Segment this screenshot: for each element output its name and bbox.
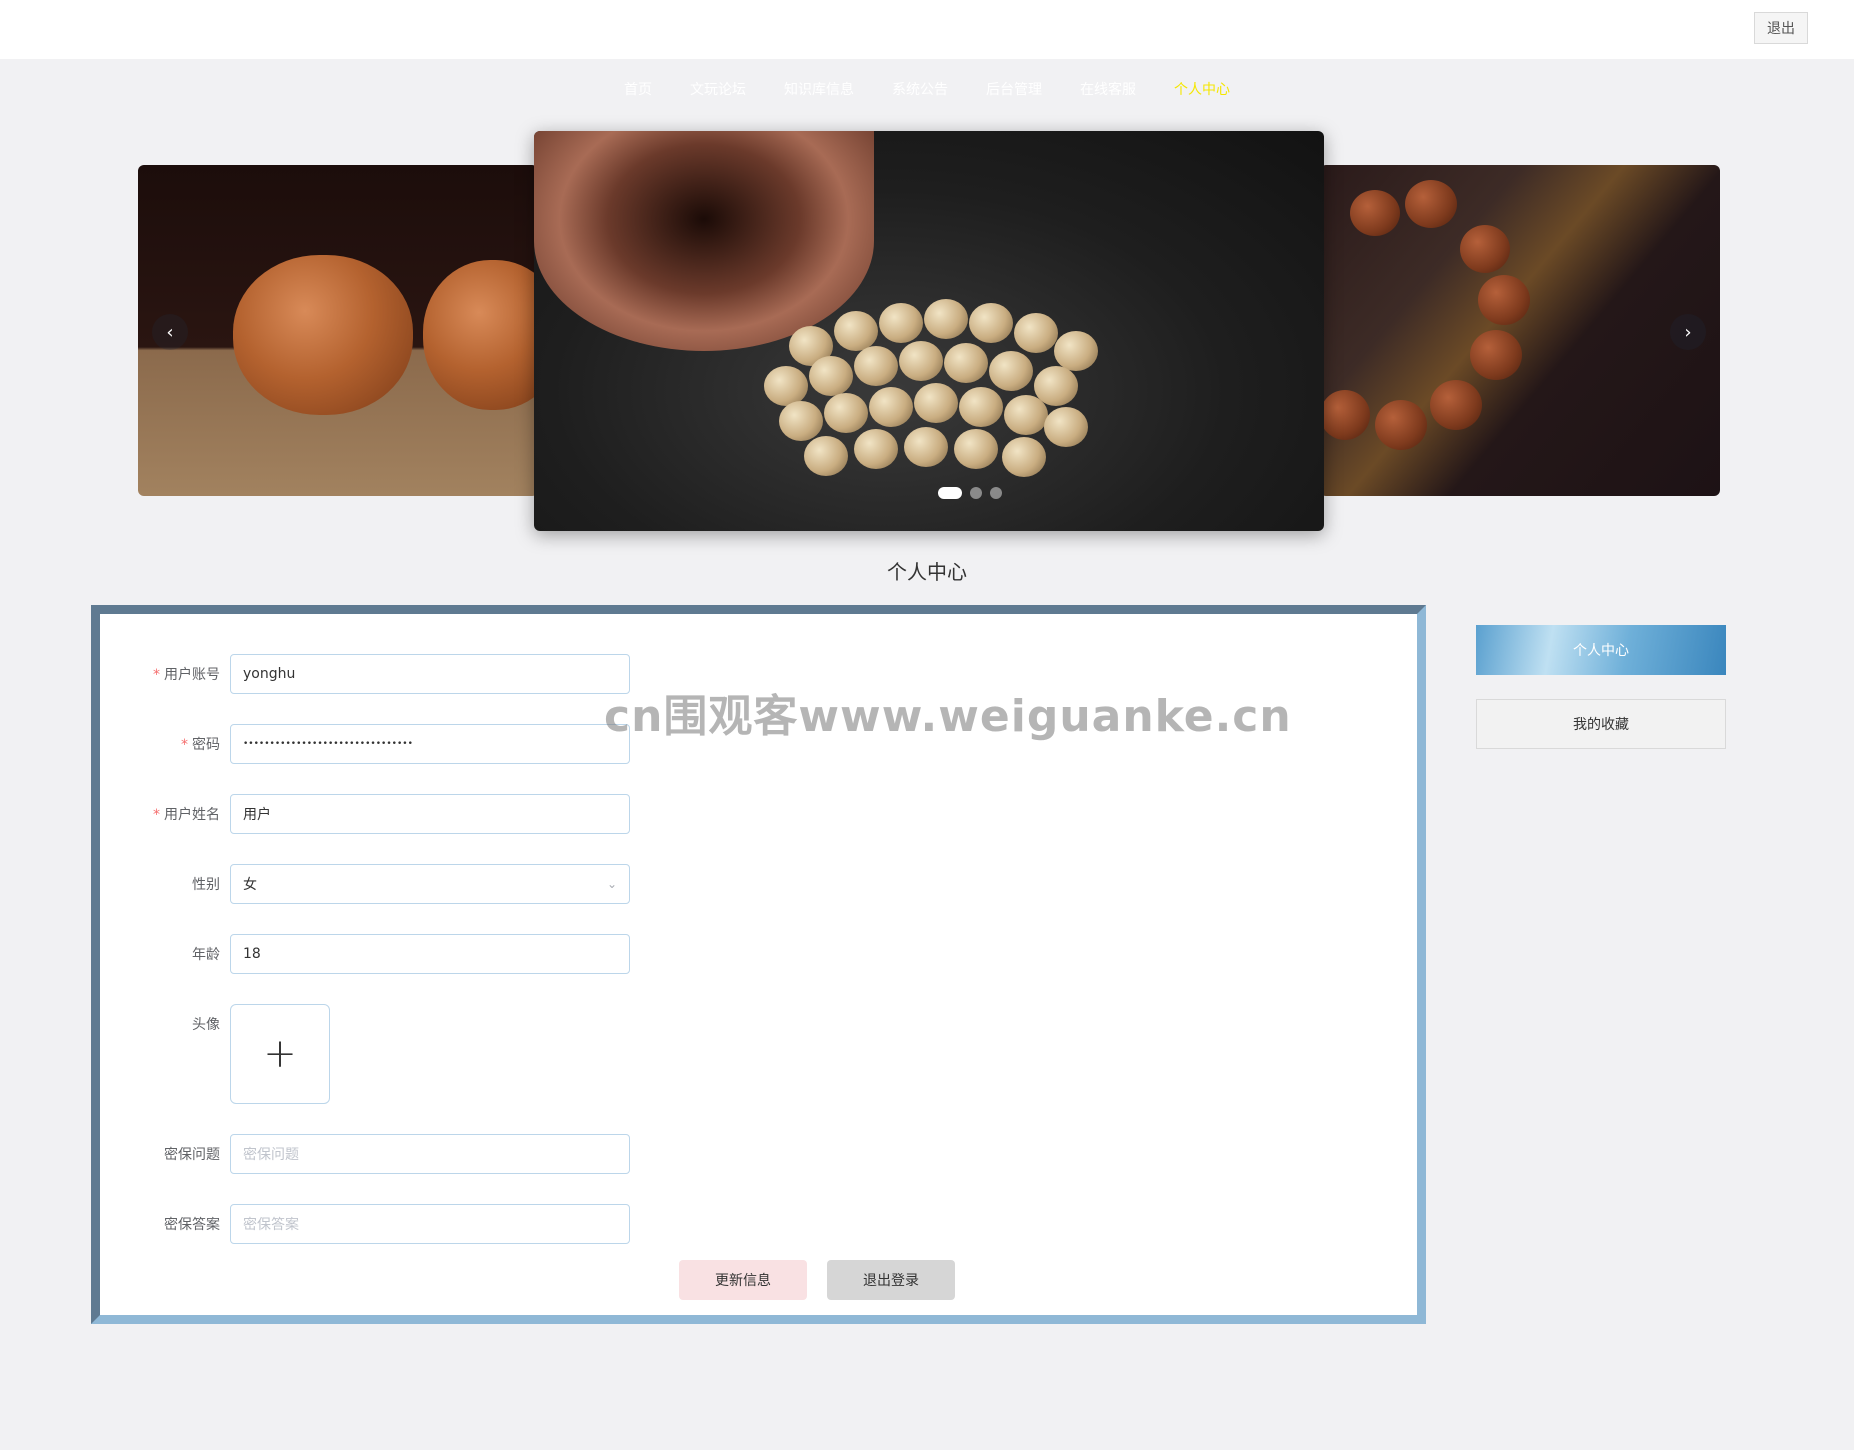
password-input[interactable]: •••••••••••••••••••••••••••••••• [230, 724, 630, 764]
form-row-avatar: 头像 + [100, 1004, 330, 1104]
bronze-urn-image [534, 131, 874, 351]
chevron-down-icon: ⌄ [606, 877, 617, 891]
chevron-left-icon: ‹ [166, 321, 174, 343]
bead-image [1375, 400, 1427, 450]
carousel-dot-1[interactable] [938, 487, 962, 499]
form-row-security-answer: 密保答案 密保答案 [100, 1204, 630, 1244]
carousel-slide-prayer-beads[interactable] [534, 131, 1324, 531]
username-label: * 用户账号 [153, 667, 220, 683]
security-question-input[interactable]: 密保问题 [230, 1134, 630, 1174]
nav-item-support[interactable]: 在线客服 [1080, 76, 1136, 104]
security-answer-label: 密保答案 [164, 1217, 220, 1233]
top-bar: 退出 [0, 0, 1854, 59]
form-row-age: 年龄 18 [100, 934, 630, 974]
form-row-security-question: 密保问题 密保问题 [100, 1134, 630, 1174]
carousel-dot-2[interactable] [970, 487, 982, 499]
carousel-slide-walnut[interactable] [138, 165, 538, 496]
carousel-slide-bracelet[interactable] [1320, 165, 1720, 496]
realname-input[interactable]: 用户 [230, 794, 630, 834]
image-carousel: ‹ › [138, 130, 1720, 533]
bead-image [1430, 380, 1482, 430]
update-info-button[interactable]: 更新信息 [679, 1260, 807, 1300]
form-row-realname: * 用户姓名 用户 [100, 794, 630, 834]
gender-select[interactable]: 女 ⌄ [230, 864, 630, 904]
carousel-next-button[interactable]: › [1670, 314, 1706, 350]
carousel-prev-button[interactable]: ‹ [152, 314, 188, 350]
form-row-password: * 密码 •••••••••••••••••••••••••••••••• [100, 724, 630, 764]
age-input[interactable]: 18 [230, 934, 630, 974]
carousel-indicators [938, 487, 1002, 499]
bead-image [1460, 225, 1510, 273]
bead-image [1470, 330, 1522, 380]
carousel-dot-3[interactable] [990, 487, 1002, 499]
avatar-upload[interactable]: + [230, 1004, 330, 1104]
age-label: 年龄 [192, 947, 220, 963]
bead-image [1350, 190, 1400, 236]
nav-item-home[interactable]: 首页 [624, 76, 652, 104]
nav-item-admin[interactable]: 后台管理 [986, 76, 1042, 104]
gender-label: 性别 [192, 877, 220, 893]
form-row-username: * 用户账号 yonghu [100, 654, 630, 694]
nav-item-announcements[interactable]: 系统公告 [892, 76, 948, 104]
realname-label: * 用户姓名 [153, 807, 220, 823]
security-answer-input[interactable]: 密保答案 [230, 1204, 630, 1244]
plus-icon: + [263, 1031, 297, 1077]
bead-image [1478, 275, 1530, 325]
bead-image [1405, 180, 1457, 228]
profile-form-panel: * 用户账号 yonghu * 密码 •••••••••••••••••••••••… [91, 605, 1426, 1324]
logout-account-button[interactable]: 退出登录 [827, 1260, 955, 1300]
logout-button[interactable]: 退出 [1754, 12, 1808, 44]
security-question-label: 密保问题 [164, 1147, 220, 1163]
nav-item-profile[interactable]: 个人中心 [1174, 76, 1230, 104]
username-input[interactable]: yonghu [230, 654, 630, 694]
nav-item-knowledge[interactable]: 知识库信息 [784, 76, 854, 104]
sidebar-item-favorites[interactable]: 我的收藏 [1476, 699, 1726, 749]
carved-walnut-image [233, 255, 413, 415]
avatar-label: 头像 [192, 1017, 220, 1033]
password-label: * 密码 [181, 737, 220, 753]
main-nav: 首页 文玩论坛 知识库信息 系统公告 后台管理 在线客服 个人中心 [0, 76, 1854, 104]
nav-item-forum[interactable]: 文玩论坛 [690, 76, 746, 104]
sidebar-item-profile[interactable]: 个人中心 [1476, 625, 1726, 675]
chevron-right-icon: › [1684, 321, 1692, 343]
bead-image [1320, 390, 1370, 440]
page-title: 个人中心 [887, 560, 967, 584]
carved-walnut-image-2 [423, 260, 538, 410]
form-row-gender: 性别 女 ⌄ [100, 864, 630, 904]
gender-value: 女 [243, 877, 257, 893]
